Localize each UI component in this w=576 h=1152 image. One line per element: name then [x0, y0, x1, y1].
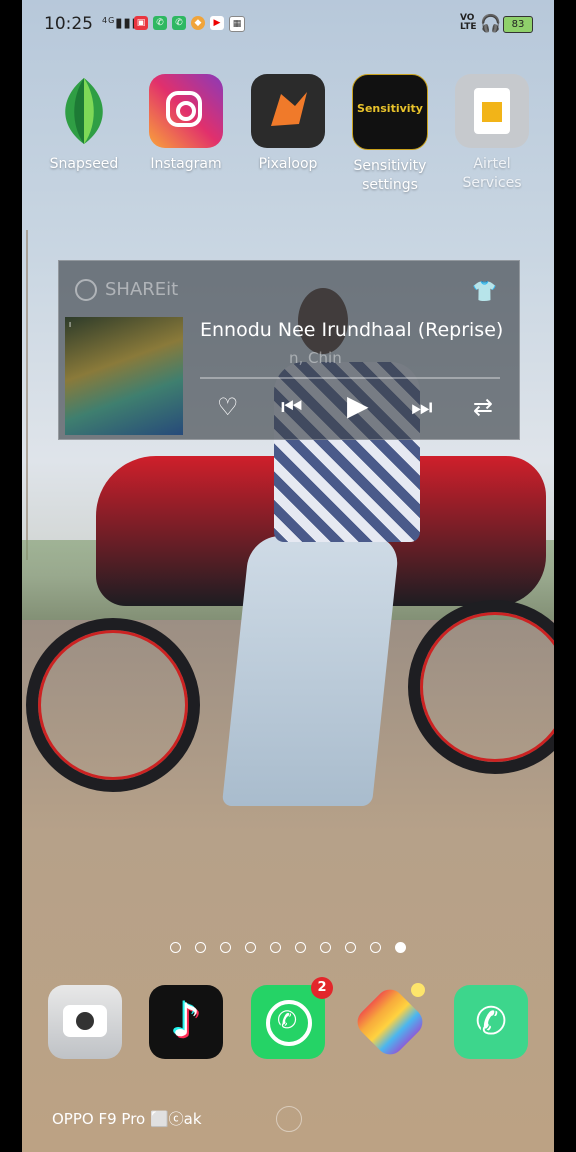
snapseed-icon	[47, 74, 121, 148]
dock-camera[interactable]	[48, 985, 122, 1059]
headset-icon: 🎧	[480, 14, 502, 34]
home-button-icon[interactable]	[276, 1106, 302, 1132]
instagram-icon	[149, 74, 223, 148]
theme-icon[interactable]: 👕	[472, 279, 497, 303]
status-time: 10:25	[44, 14, 93, 34]
app-label: Snapseed	[49, 156, 119, 172]
page-dot[interactable]	[245, 942, 256, 953]
dock-phone[interactable]: ✆	[454, 985, 528, 1059]
device-watermark: OPPO F9 Pro ⬜ⓒak	[52, 1110, 202, 1128]
app-sensitivity-settings[interactable]: Sensitivity Sensitivity settings	[343, 74, 437, 195]
page-dot[interactable]	[295, 942, 306, 953]
whatsapp-icon: ✆	[266, 1000, 312, 1046]
album-art[interactable]: I	[65, 317, 183, 435]
page-dot[interactable]	[270, 942, 281, 953]
app-pixaloop[interactable]: Pixaloop	[241, 74, 335, 174]
play-icon[interactable]: ▶	[347, 389, 369, 422]
widget-source: SHAREit	[105, 279, 179, 300]
sharechat-notification-icon: ◆	[191, 16, 205, 30]
song-title: Ennodu Nee Irundhaal (Reprise)	[200, 319, 504, 341]
notification-app-icon: ▣	[134, 16, 148, 30]
phone-icon: ✆	[475, 999, 507, 1043]
previous-track-icon[interactable]: ⏮	[281, 393, 303, 421]
sharechat-dot-icon	[411, 983, 425, 997]
page-dot[interactable]	[370, 942, 381, 953]
page-dot[interactable]	[170, 942, 181, 953]
calendar-notification-icon: ▦	[229, 16, 245, 32]
home-screen: 10:25 4G▮▮▮ ▣ ✆ ✆ ◆ ▶ ▦ VO LTE 🎧 83 Snaps…	[22, 0, 554, 1152]
sim-card-icon	[455, 74, 529, 148]
app-snapseed[interactable]: Snapseed	[37, 74, 131, 174]
next-track-icon[interactable]: ⏭	[411, 393, 433, 421]
app-instagram[interactable]: Instagram	[139, 74, 233, 174]
network-type: 4G	[102, 16, 116, 25]
wallpaper-person-legs	[221, 536, 401, 806]
youtube-notification-icon: ▶	[210, 16, 224, 30]
page-indicator[interactable]	[22, 938, 554, 957]
page-dot[interactable]	[220, 942, 231, 953]
sensitivity-icon-text: Sensitivity	[357, 102, 423, 115]
app-label: Pixaloop	[258, 156, 318, 172]
dock-sharechat[interactable]	[351, 983, 429, 1061]
volte-icon: VO LTE	[460, 13, 477, 32]
pixaloop-icon	[251, 74, 325, 148]
page-dot[interactable]	[195, 942, 206, 953]
app-airtel-services[interactable]: Airtel Services	[445, 74, 539, 193]
song-artist: n, Chin	[289, 349, 342, 367]
app-label: Airtel Services	[462, 156, 522, 191]
app-label: Instagram	[150, 156, 222, 172]
camera-icon	[63, 1005, 107, 1037]
sensitivity-icon: Sensitivity	[352, 74, 428, 150]
dock-tiktok[interactable]: ♪	[149, 985, 223, 1059]
app-label: Sensitivity settings	[353, 158, 427, 193]
whatsapp-badge: 2	[311, 977, 333, 999]
music-widget[interactable]: SHAREit 👕 I Ennodu Nee Irundhaal (Repris…	[58, 260, 520, 440]
status-bar: 10:25 4G▮▮▮ ▣ ✆ ✆ ◆ ▶ ▦ VO LTE 🎧 83	[22, 0, 554, 48]
dock-whatsapp[interactable]: ✆ 2	[251, 977, 333, 1059]
album-caption: I	[69, 321, 72, 329]
tiktok-icon: ♪	[171, 993, 201, 1047]
heart-icon[interactable]: ♡	[217, 393, 239, 421]
wallpaper-front-wheel	[26, 618, 200, 792]
battery-icon: 83	[503, 16, 533, 33]
whatsapp-business-notification-icon: ✆	[172, 16, 186, 30]
song-progress-bar[interactable]	[200, 377, 500, 379]
shuffle-icon[interactable]: ⇄	[473, 393, 493, 421]
page-dot[interactable]	[345, 942, 356, 953]
page-dot[interactable]	[320, 942, 331, 953]
page-dot-active[interactable]	[395, 942, 406, 953]
shareit-logo-icon	[75, 279, 97, 301]
whatsapp-notification-icon: ✆	[153, 16, 167, 30]
